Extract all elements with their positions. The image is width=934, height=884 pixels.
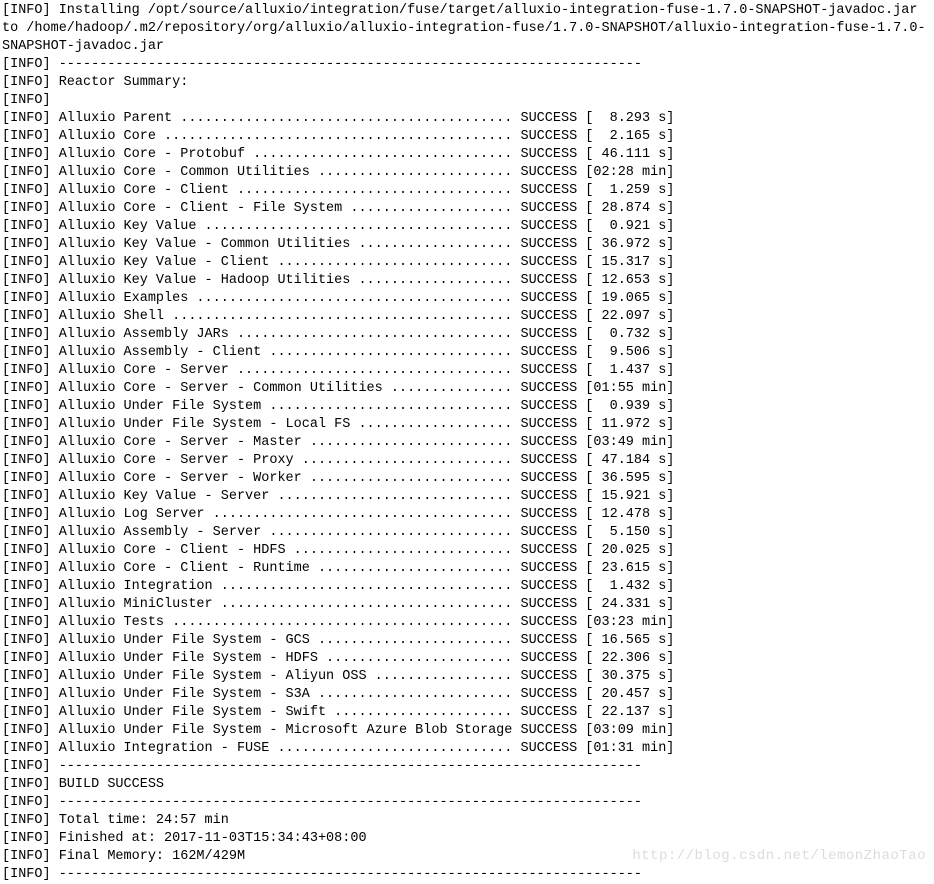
build-log-output: [INFO] Installing /opt/source/alluxio/in… — [0, 0, 934, 884]
